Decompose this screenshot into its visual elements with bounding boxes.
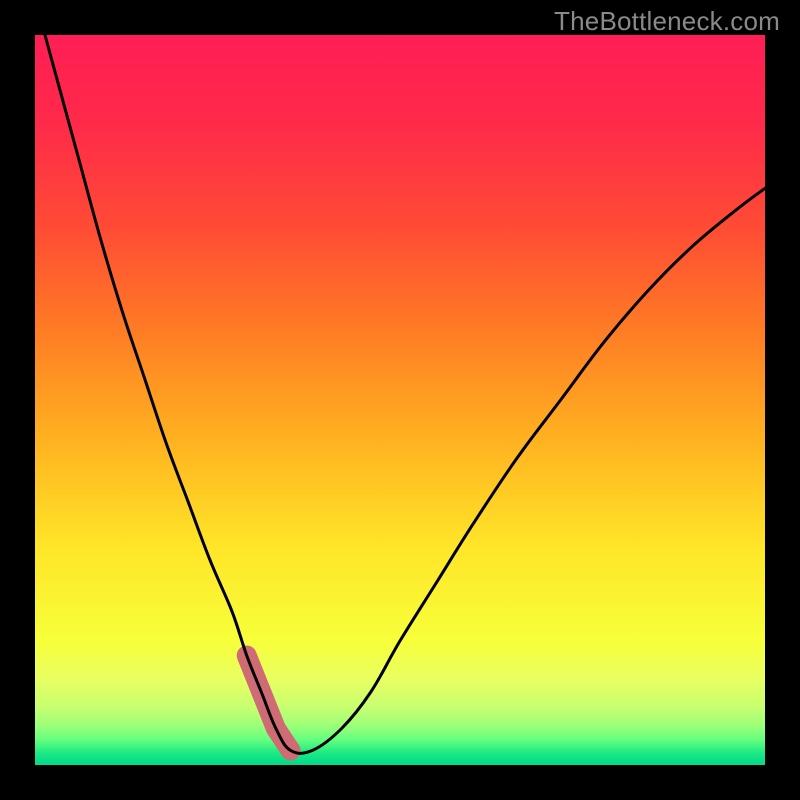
gradient-background — [35, 35, 765, 765]
chart-frame: TheBottleneck.com — [0, 0, 800, 800]
chart-svg — [35, 35, 765, 765]
watermark-text: TheBottleneck.com — [554, 6, 780, 37]
plot-area — [35, 35, 765, 765]
